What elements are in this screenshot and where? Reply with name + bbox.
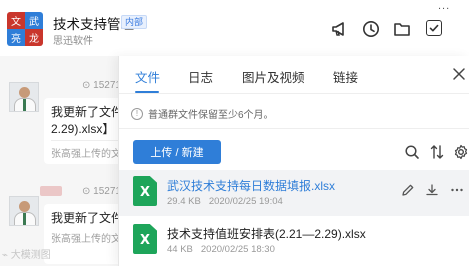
message-text: 我更新了文件 bbox=[51, 105, 124, 119]
tab-files[interactable]: 文件 bbox=[135, 67, 160, 86]
file-row[interactable]: X 技术支持值班安排表(2.21—2.29).xlsx 44 KB 2020/02… bbox=[119, 218, 469, 264]
logo-char: 武 bbox=[25, 12, 43, 29]
file-name[interactable]: 武汉技术支持每日数据填报.xlsx bbox=[167, 177, 335, 194]
message-sender: ⊙ 15271 bbox=[82, 186, 121, 197]
group-logo[interactable]: 文 武 亮 龙 bbox=[7, 12, 43, 46]
file-date: 2020/02/25 19:04 bbox=[208, 196, 283, 207]
excel-file-icon: X bbox=[133, 224, 157, 254]
avatar[interactable] bbox=[9, 196, 39, 226]
redacted-name bbox=[40, 186, 62, 196]
watermark: ⌁ 大模测图 bbox=[2, 250, 51, 261]
search-icon[interactable] bbox=[404, 144, 420, 160]
file-name[interactable]: 技术支持值班安排表(2.21—2.29).xlsx bbox=[167, 225, 366, 242]
message-text: 我更新了文件 bbox=[51, 211, 124, 225]
file-size: 29.4 KB bbox=[167, 196, 201, 207]
tab-media[interactable]: 图片及视频 bbox=[242, 67, 305, 86]
message-bubble[interactable]: 我更新了文件 2.29).xlsx】 张高强上传的文 bbox=[44, 98, 125, 164]
close-icon[interactable] bbox=[452, 67, 466, 81]
upload-note: 张高强上传的文 bbox=[51, 149, 121, 160]
file-meta: 44 KB 2020/02/25 18:30 bbox=[167, 244, 283, 255]
avatar[interactable] bbox=[9, 82, 39, 112]
upload-new-button[interactable]: 上传 / 新建 bbox=[133, 140, 221, 164]
upload-note: 张高强上传的文 bbox=[51, 234, 121, 245]
more-icon[interactable] bbox=[450, 183, 464, 197]
logo-char: 亮 bbox=[7, 29, 25, 46]
download-icon[interactable] bbox=[425, 183, 439, 197]
message-sender: ⊙ 15271 bbox=[82, 80, 121, 91]
info-icon: ! bbox=[131, 107, 143, 120]
message-bubble[interactable]: 我更新了文件 张高强上传的文 bbox=[44, 204, 125, 264]
tab-log[interactable]: 日志 bbox=[188, 67, 213, 86]
more-icon[interactable]: ... bbox=[438, 0, 450, 12]
notice-text: 普通群文件保留至少6个月。 bbox=[148, 110, 274, 121]
file-meta: 29.4 KB 2020/02/25 19:04 bbox=[167, 196, 291, 207]
divider bbox=[119, 93, 469, 94]
retention-notice: ! 普通群文件保留至少6个月。 bbox=[131, 106, 274, 121]
settings-icon[interactable] bbox=[453, 144, 469, 160]
panel-tabs: 文件 日志 图片及视频 链接 bbox=[119, 56, 469, 94]
excel-file-icon: X bbox=[133, 176, 157, 206]
logo-char: 文 bbox=[7, 12, 25, 29]
edit-icon[interactable] bbox=[401, 183, 415, 197]
folder-icon[interactable] bbox=[393, 20, 411, 38]
group-header: 文 武 亮 龙 技术支持管理 内部 思迅软件 ... bbox=[0, 0, 469, 56]
file-size: 44 KB bbox=[167, 244, 193, 255]
divider bbox=[119, 128, 469, 129]
file-date: 2020/02/25 18:30 bbox=[200, 244, 275, 255]
tab-links[interactable]: 链接 bbox=[333, 67, 358, 86]
logo-char: 龙 bbox=[25, 29, 43, 46]
divider bbox=[51, 140, 125, 141]
chat-area: ⊙ 15271 我更新了文件 2.29).xlsx】 张高强上传的文 ⊙ 152… bbox=[0, 56, 125, 266]
checklist-icon[interactable] bbox=[426, 20, 442, 36]
message-text: 2.29).xlsx】 bbox=[51, 122, 115, 136]
clock-icon[interactable] bbox=[362, 20, 380, 38]
group-subtitle: 思迅软件 bbox=[53, 36, 93, 47]
megaphone-icon[interactable] bbox=[331, 20, 349, 38]
group-files-panel: 文件 日志 图片及视频 链接 ! 普通群文件保留至少6个月。 上传 / 新建 X… bbox=[118, 56, 469, 266]
internal-badge: 内部 bbox=[121, 15, 148, 29]
sort-icon[interactable] bbox=[429, 144, 445, 160]
file-row[interactable]: X 武汉技术支持每日数据填报.xlsx 29.4 KB 2020/02/25 19… bbox=[119, 170, 469, 216]
